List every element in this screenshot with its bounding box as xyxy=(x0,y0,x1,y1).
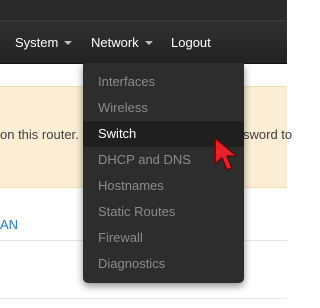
nav-network-menu[interactable]: Network xyxy=(91,21,153,64)
mouse-pointer-icon xyxy=(214,137,238,171)
main-navbar: System Network Logout xyxy=(0,21,287,64)
nav-system-label: System xyxy=(15,35,59,50)
menu-item-static-routes[interactable]: Static Routes xyxy=(83,199,244,225)
alert-text-right: sword to xyxy=(243,127,293,142)
content-divider xyxy=(0,298,287,299)
caret-down-icon xyxy=(144,41,153,45)
menu-item-wireless[interactable]: Wireless xyxy=(83,95,244,121)
menu-item-hostnames[interactable]: Hostnames xyxy=(83,173,244,199)
menu-item-firewall[interactable]: Firewall xyxy=(83,225,244,251)
alert-text-left: on this router. xyxy=(0,127,79,142)
nav-system-menu[interactable]: System xyxy=(15,21,73,64)
menu-item-interfaces[interactable]: Interfaces xyxy=(83,69,244,95)
menu-item-diagnostics[interactable]: Diagnostics xyxy=(83,251,244,277)
content-link[interactable]: AN xyxy=(0,217,18,232)
nav-logout-link[interactable]: Logout xyxy=(171,21,211,64)
caret-down-icon xyxy=(64,41,73,45)
nav-network-label: Network xyxy=(91,35,139,50)
nav-logout-label: Logout xyxy=(171,35,211,50)
top-strip xyxy=(0,0,287,21)
